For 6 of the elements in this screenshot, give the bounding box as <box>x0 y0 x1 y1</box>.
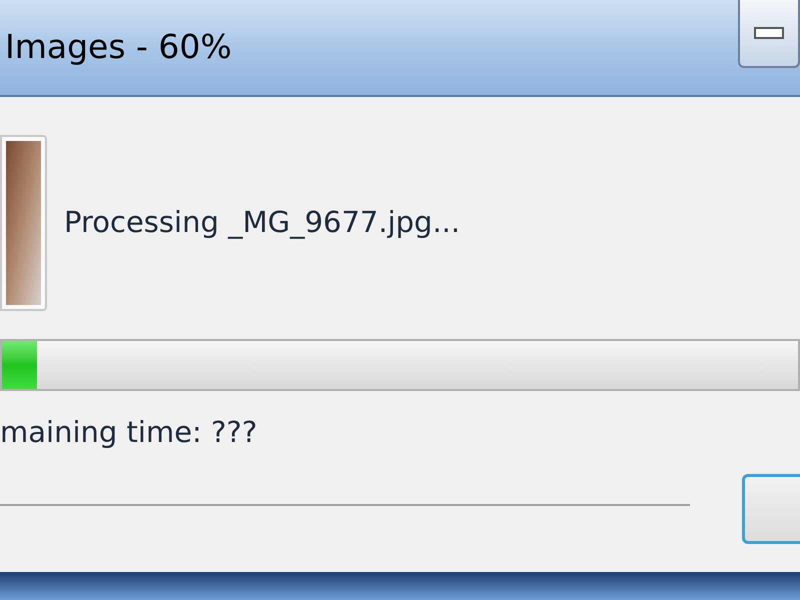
window-title: Images - 60% <box>5 30 232 63</box>
dialog-button[interactable] <box>742 474 800 544</box>
status-text: Processing _MG_9677.jpg... <box>64 204 460 242</box>
minimize-icon <box>754 27 784 39</box>
minimize-button[interactable] <box>738 0 800 68</box>
remaining-time-text: maining time: ??? <box>0 415 258 449</box>
